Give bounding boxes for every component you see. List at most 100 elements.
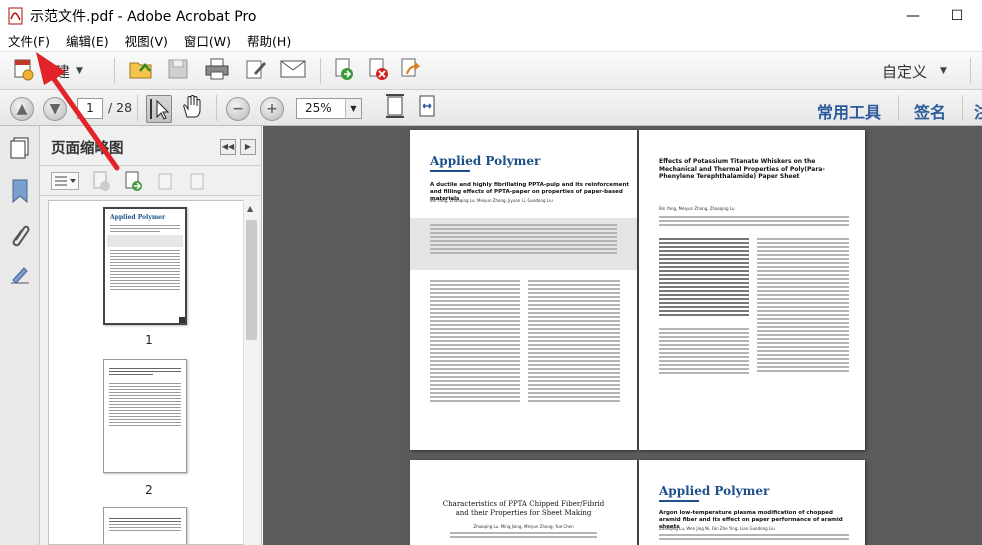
share-button[interactable] bbox=[398, 58, 422, 84]
page-total: / 28 bbox=[108, 100, 133, 115]
article-authors: Bin Yang, Zhaoqing Lu, Meiyun Zhang, Jiy… bbox=[430, 198, 553, 203]
article-authors: Zhaoqing Lu, Wen Jing Ni, Fan Zhe Ying, … bbox=[659, 526, 775, 531]
thumbnail-page[interactable] bbox=[103, 359, 187, 473]
fit-width-button[interactable] bbox=[416, 95, 438, 121]
zoom-in-button[interactable]: + bbox=[260, 97, 284, 121]
toolbar-divider bbox=[137, 95, 138, 121]
article-title: Characteristics of PPTA Chipped Fiber/Fi… bbox=[442, 500, 605, 518]
fit-page-icon bbox=[384, 93, 406, 123]
toolbar-divider bbox=[962, 95, 963, 121]
page-number-input[interactable]: 1 bbox=[77, 98, 103, 119]
panel-title: 页面缩略图 bbox=[51, 141, 124, 157]
save-icon bbox=[166, 57, 190, 85]
arrow-up-icon: ▲ bbox=[16, 101, 28, 117]
thumbnail-page-number: 1 bbox=[145, 333, 153, 347]
thumbnails-panel: 页面缩略图 ◀◀ ▶ Applied Polymer 1 2 ▲ bbox=[40, 126, 262, 545]
share-icon bbox=[398, 57, 422, 85]
menu-file[interactable]: 文件(F) bbox=[0, 32, 58, 52]
signature-icon[interactable] bbox=[8, 264, 32, 288]
sign-tab[interactable]: 签名 bbox=[914, 99, 946, 123]
print-button[interactable] bbox=[204, 58, 230, 84]
delete-icon bbox=[366, 57, 390, 85]
pencil-icon bbox=[244, 57, 268, 85]
chevron-down-icon[interactable]: ▼ bbox=[345, 99, 361, 118]
save-button[interactable] bbox=[166, 58, 190, 84]
minimize-button[interactable]: — bbox=[890, 0, 936, 32]
scroll-up-icon[interactable]: ▲ bbox=[247, 204, 253, 213]
bookmark-icon[interactable] bbox=[8, 178, 32, 204]
next-page-button[interactable]: ▼ bbox=[43, 97, 67, 121]
toolbar-divider bbox=[320, 58, 321, 84]
window-title: 示范文件.pdf - Adobe Acrobat Pro bbox=[30, 9, 257, 25]
article-authors: Bin Yang, Meiyun Zhang, Zhaoqing Lu bbox=[659, 206, 735, 211]
thumbnail-list[interactable]: Applied Polymer 1 2 bbox=[48, 200, 248, 545]
fit-width-icon bbox=[416, 93, 438, 123]
fit-page-button[interactable] bbox=[384, 93, 406, 123]
document-page: Effects of Potassium Titanate Whiskers o… bbox=[639, 130, 865, 450]
menu-window[interactable]: 窗口(W) bbox=[176, 32, 239, 52]
navigation-pane bbox=[0, 126, 40, 545]
options-menu-button[interactable] bbox=[51, 172, 79, 190]
thumbnail-page-number: 2 bbox=[145, 483, 153, 497]
document-page: Applied Polymer Argon low-temperature pl… bbox=[639, 460, 865, 545]
chevron-down-icon: ▼ bbox=[76, 66, 83, 76]
chevron-down-icon[interactable]: ▼ bbox=[940, 66, 947, 76]
customize-label[interactable]: 自定义 bbox=[882, 61, 927, 82]
comment-tab[interactable]: 注 bbox=[974, 99, 982, 123]
thumbnail-scrollbar[interactable]: ▲ bbox=[243, 200, 259, 545]
page-toolbar: ▲ ▼ 1 / 28 − + 25% ▼ 常用工具 签名 注 bbox=[0, 90, 982, 126]
menu-view[interactable]: 视图(V) bbox=[117, 32, 176, 52]
panel-header: 页面缩略图 ◀◀ ▶ bbox=[40, 126, 262, 166]
create-label: 创建 bbox=[40, 62, 71, 81]
expand-right-button[interactable]: ▶ bbox=[240, 139, 256, 155]
toolbar-divider bbox=[114, 58, 115, 84]
create-icon bbox=[12, 57, 36, 85]
main-toolbar: 创建 ▼ 自定义 ▼ bbox=[0, 52, 982, 90]
zoom-value: 25% bbox=[305, 101, 332, 115]
document-view[interactable]: Applied Polymer A ductile and highly fib… bbox=[263, 126, 982, 545]
double-chevron-left-icon: ◀◀ bbox=[221, 142, 235, 151]
journal-logo: Applied Polymer bbox=[430, 154, 541, 168]
rotate-right-icon bbox=[186, 173, 208, 196]
common-tools-tab[interactable]: 常用工具 bbox=[817, 99, 881, 123]
minus-icon: − bbox=[232, 101, 244, 117]
printer-icon bbox=[204, 57, 230, 85]
thumbnail-tools bbox=[40, 166, 262, 196]
hand-tool-button[interactable] bbox=[180, 95, 204, 121]
page-thumbnails-icon[interactable] bbox=[8, 136, 32, 160]
scrollbar-thumb[interactable] bbox=[246, 220, 257, 340]
cursor-icon bbox=[147, 99, 171, 126]
chevron-right-icon: ▶ bbox=[244, 142, 252, 151]
select-tool-button[interactable] bbox=[146, 95, 172, 123]
hand-icon bbox=[180, 93, 204, 123]
folder-open-icon bbox=[128, 57, 154, 85]
thumbnail-page[interactable]: Applied Polymer bbox=[103, 207, 187, 325]
insert-pages-button[interactable] bbox=[122, 170, 144, 196]
rotate-left-icon bbox=[154, 173, 176, 196]
envelope-icon bbox=[280, 59, 306, 83]
title-bar: 示范文件.pdf - Adobe Acrobat Pro — ☐ bbox=[0, 0, 982, 32]
maximize-button[interactable]: ☐ bbox=[934, 0, 980, 32]
acrobat-icon bbox=[8, 7, 24, 25]
toolbar-divider bbox=[216, 95, 217, 121]
attachment-icon[interactable] bbox=[8, 222, 32, 247]
delete-button[interactable] bbox=[366, 58, 390, 84]
arrow-down-icon: ▼ bbox=[49, 101, 61, 117]
edit-button[interactable] bbox=[244, 58, 268, 84]
previous-page-button[interactable]: ▲ bbox=[10, 97, 34, 121]
rotate-right-button[interactable] bbox=[186, 170, 208, 196]
zoom-select[interactable]: 25% ▼ bbox=[296, 98, 362, 119]
email-button[interactable] bbox=[280, 58, 306, 84]
open-folder-button[interactable] bbox=[128, 58, 154, 84]
collapse-left-button[interactable]: ◀◀ bbox=[220, 139, 236, 155]
create-button[interactable]: 创建 ▼ bbox=[12, 58, 83, 84]
thumbnail-page[interactable] bbox=[103, 507, 187, 544]
rotate-left-button[interactable] bbox=[154, 170, 176, 196]
zoom-out-button[interactable]: − bbox=[226, 97, 250, 121]
menu-edit[interactable]: 编辑(E) bbox=[58, 32, 117, 52]
delete-pages-button[interactable] bbox=[90, 170, 112, 196]
export-button[interactable] bbox=[332, 58, 356, 84]
menu-help[interactable]: 帮助(H) bbox=[239, 32, 299, 52]
list-options-icon bbox=[52, 176, 78, 193]
document-page: Applied Polymer A ductile and highly fib… bbox=[410, 130, 637, 450]
